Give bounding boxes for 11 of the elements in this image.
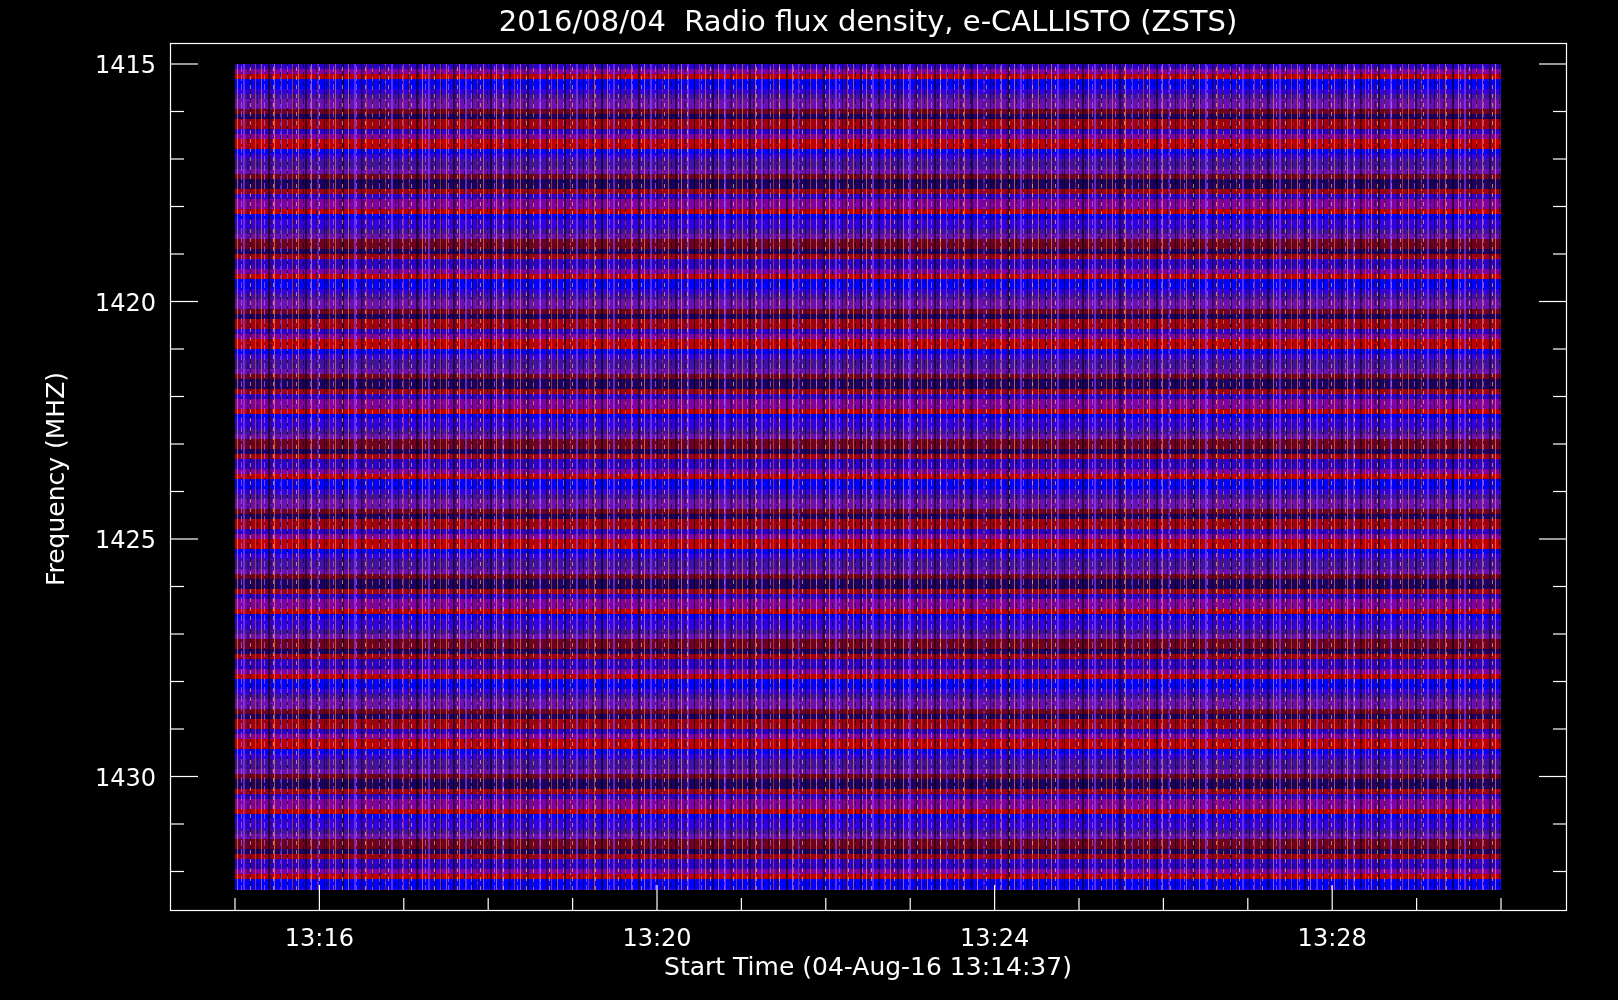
y-tick-label: 1415 — [94, 51, 156, 79]
y-tick-label: 1430 — [94, 763, 156, 792]
chart-title: 2016/08/04 Radio flux density, e-CALLISTO (ZSTS) — [498, 4, 1238, 38]
y-axis-label: Frequency (MHZ) — [41, 371, 70, 587]
x-tick-label: 13:28 — [1297, 924, 1367, 952]
x-axis-label: Start Time (04-Aug-16 13:14:37) — [664, 952, 1072, 981]
y-tick-label: 1420 — [94, 288, 156, 317]
y-tick-label: 1425 — [94, 526, 156, 554]
x-tick-label: 13:20 — [622, 924, 692, 952]
x-tick-label: 13:24 — [960, 924, 1030, 952]
x-tick-label: 13:16 — [284, 924, 354, 952]
